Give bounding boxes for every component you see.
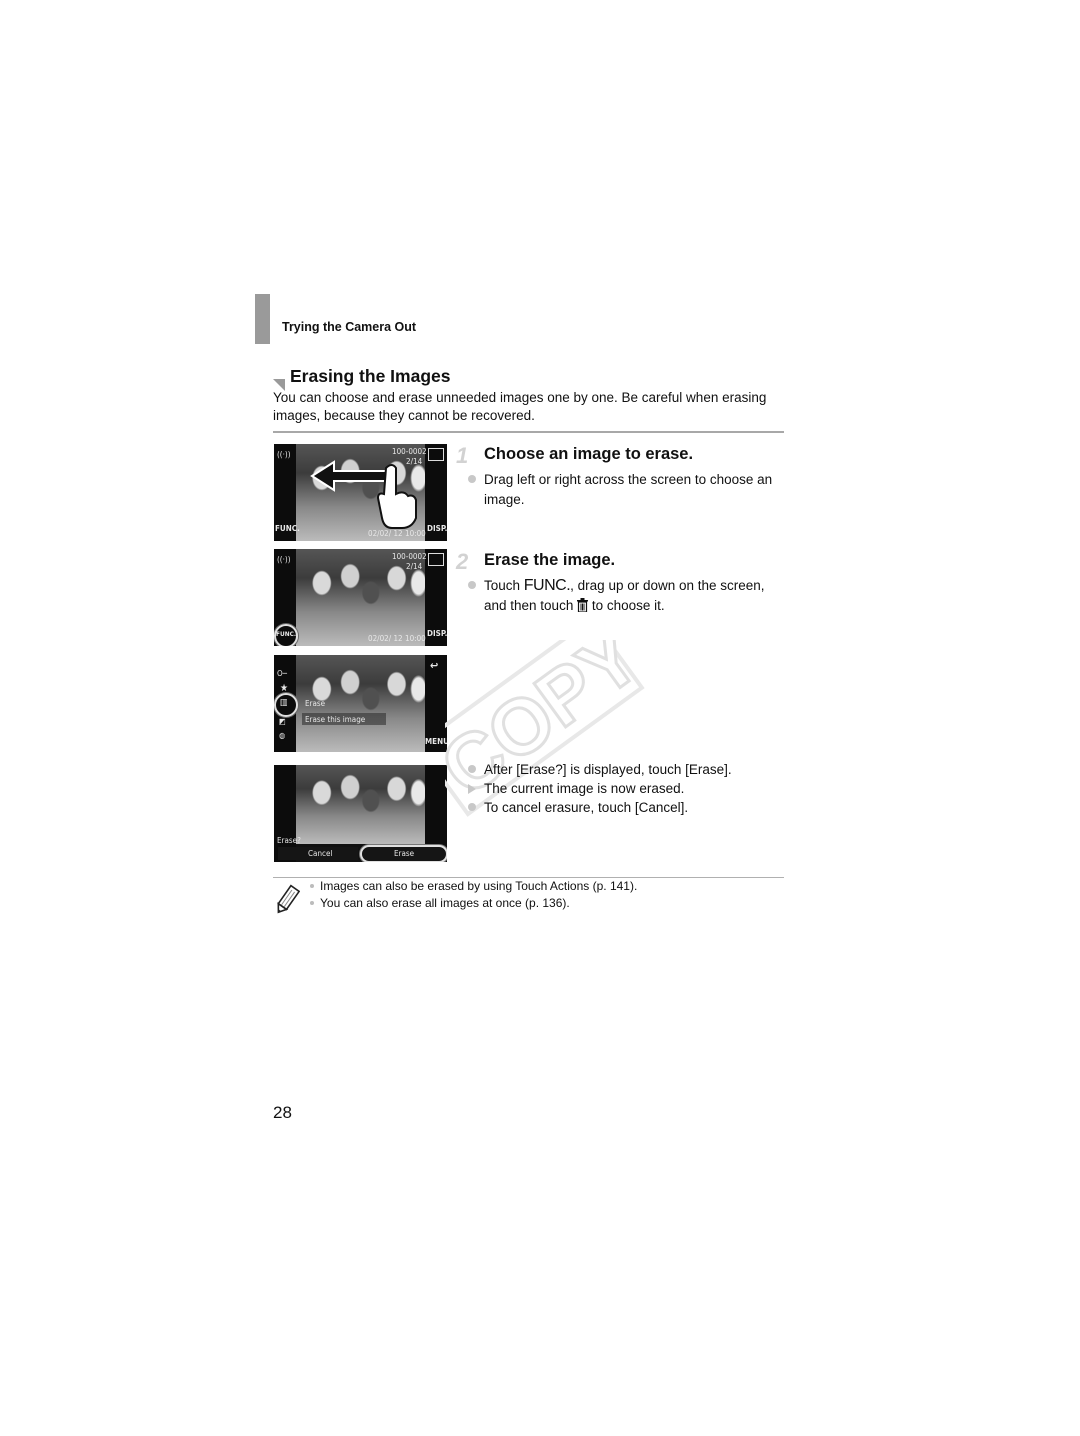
display-off-icon <box>428 553 444 566</box>
cancel-button[interactable]: Cancel <box>308 849 332 858</box>
note-2: You can also erase all images at once (p… <box>320 896 570 910</box>
menu-button[interactable]: MENU <box>425 737 447 746</box>
section-tab-marker <box>255 294 270 344</box>
note-bullet-icon <box>310 901 314 905</box>
erase-confirm-instruction: After [Erase?] is displayed, touch [Eras… <box>484 762 732 777</box>
step-1-instruction: Drag left or right across the screen to … <box>484 472 773 507</box>
menu-item-hint: Erase this image <box>305 715 366 724</box>
cancel-instruction: To cancel erasure, touch [Cancel]. <box>484 800 689 815</box>
section-label: Trying the Camera Out <box>282 320 417 334</box>
date-readout: 02/02/ 12 <box>368 529 403 538</box>
step-number-1: 1 <box>456 443 469 468</box>
step-2-instruction: Touch FUNC., drag up or down on the scre… <box>484 576 789 617</box>
rotate-icon: ◩ <box>279 717 286 726</box>
erase-result: The current image is now erased. <box>484 781 685 796</box>
photo-preview <box>296 765 425 844</box>
wifi-icon: ((·)) <box>277 450 291 459</box>
swipe-left-gesture-icon <box>310 460 417 529</box>
menu-item-label: Erase <box>305 699 326 708</box>
date-readout: 02/02/ 12 <box>368 634 403 643</box>
bullet-icon <box>468 765 476 773</box>
pencil-icon <box>274 884 301 921</box>
file-number: 100-0002 <box>392 447 427 456</box>
camera-screen-1: ((·)) 100-0002 2/14 FUNC. DISP. 02/02/ 1… <box>274 444 447 541</box>
disp-button[interactable]: DISP. <box>427 524 447 533</box>
time-readout: 10:00 <box>405 529 426 538</box>
back-icon[interactable]: ↩ <box>430 659 438 672</box>
trash-menu-icon[interactable]: ▥ <box>280 698 288 708</box>
func-label: FUNC. <box>523 577 571 594</box>
time-readout: 10:00 <box>405 634 426 643</box>
disp-button[interactable]: DISP. <box>427 629 447 638</box>
page-title: Erasing the Images <box>290 366 451 386</box>
step-title-2: Erase the image. <box>484 551 616 569</box>
file-number: 100-0002 <box>392 552 427 561</box>
note-1: Images can also be erased by using Touch… <box>320 879 638 893</box>
result-arrow-icon <box>468 784 476 794</box>
intro-paragraph: You can choose and erase unneeded images… <box>273 390 767 423</box>
erase-button-label: Erase <box>394 849 415 858</box>
step-number-2: 2 <box>456 549 469 574</box>
bullet-icon <box>468 803 476 811</box>
page-number: 28 <box>273 1103 292 1122</box>
trash-icon <box>577 597 589 618</box>
effects-icon: ◍ <box>279 731 286 740</box>
camera-screen-3: O─ ★ ▥ ◩ ◍ Erase Erase this image ↩ MENU <box>274 655 447 752</box>
protect-icon: O─ <box>277 669 287 678</box>
camera-screen-2: ((·)) 100-0002 2/14 FUNC. DISP. 02/02/ 1… <box>274 549 447 646</box>
note-bullet-icon <box>310 884 314 888</box>
wifi-icon: ((·)) <box>277 555 291 564</box>
camera-screen-4: Erase? Cancel Erase <box>274 765 447 862</box>
bullet-icon <box>468 581 476 589</box>
divider <box>273 431 784 433</box>
image-counter: 2/14 <box>406 562 423 571</box>
func-button[interactable]: FUNC. <box>275 524 300 533</box>
bullet-icon <box>468 475 476 483</box>
display-off-icon <box>428 448 444 461</box>
erase-prompt: Erase? <box>277 836 301 845</box>
step-title-1: Choose an image to erase. <box>484 445 694 463</box>
func-button[interactable]: FUNC. <box>276 630 296 638</box>
